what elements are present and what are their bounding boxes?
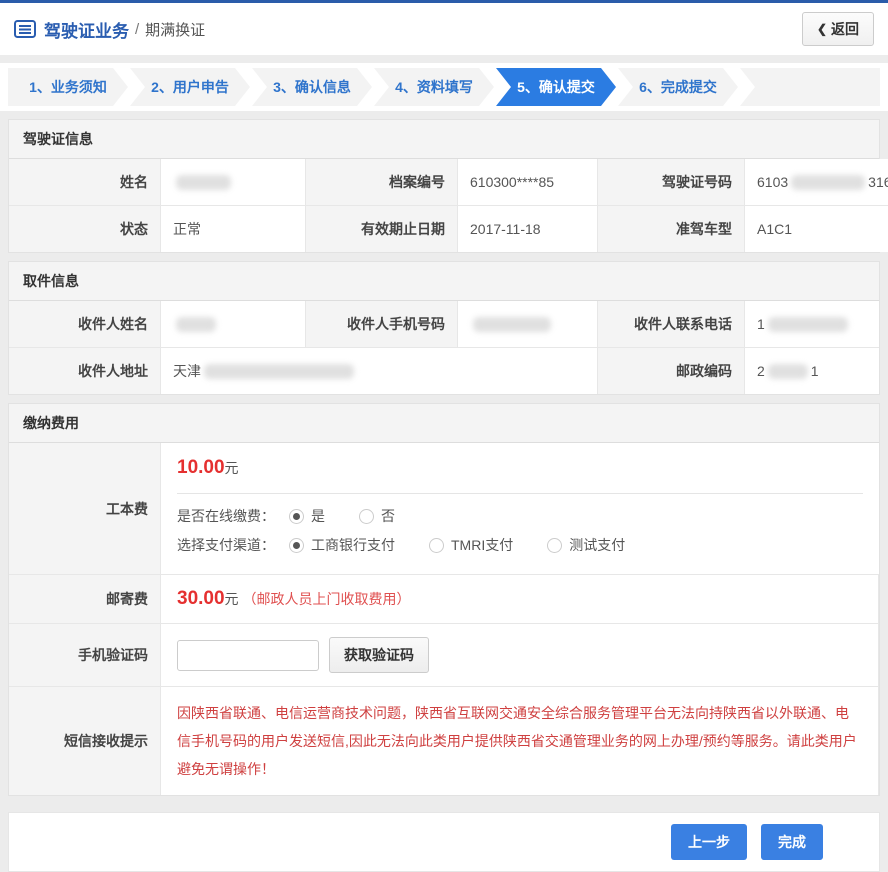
radio-label-no: 否 bbox=[381, 506, 395, 526]
step-tabs: 1、业务须知 2、用户申告 3、确认信息 4、资料填写 5、确认提交 6、完成提… bbox=[0, 63, 888, 111]
radio-label-tmri: TMRI支付 bbox=[451, 535, 513, 555]
radio-dot-icon bbox=[289, 509, 304, 524]
radio-dot-icon bbox=[547, 538, 562, 553]
tab-step-2[interactable]: 2、用户申告 bbox=[130, 68, 250, 106]
card-fee-value: 10.00元 是否在线缴费： 是 否 选择支付渠道： 工商银行支付 TMRI支付… bbox=[161, 443, 879, 574]
sms-code-input[interactable] bbox=[177, 640, 319, 671]
file-no-value: 610300****85 bbox=[458, 159, 598, 205]
radio-dot-icon bbox=[359, 509, 374, 524]
radio-channel-test[interactable]: 测试支付 bbox=[547, 535, 625, 555]
redacted-recipient-mobile bbox=[473, 317, 551, 332]
file-no-label: 档案编号 bbox=[306, 159, 458, 205]
postcode-value: 21 bbox=[745, 347, 879, 394]
sms-notice-label: 短信接收提示 bbox=[9, 686, 161, 795]
mail-fee-note: （邮政人员上门收取费用） bbox=[243, 589, 411, 609]
radio-channel-tmri[interactable]: TMRI支付 bbox=[429, 535, 513, 555]
recipient-address-prefix: 天津 bbox=[173, 361, 201, 381]
radio-dot-icon bbox=[289, 538, 304, 553]
license-no-prefix: 6103 bbox=[757, 174, 788, 190]
recipient-name-value bbox=[161, 301, 306, 347]
mail-fee-unit: 元 bbox=[225, 589, 239, 609]
recipient-phone-value: 1 bbox=[745, 301, 879, 347]
name-value bbox=[161, 159, 306, 205]
sms-notice-value: 因陕西省联通、电信运营商技术问题，陕西省互联网交通安全综合服务管理平台无法向持陕… bbox=[161, 686, 879, 795]
postcode-label: 邮政编码 bbox=[598, 347, 745, 394]
tab-filler bbox=[740, 68, 880, 106]
radio-label-test: 测试支付 bbox=[569, 535, 625, 555]
redacted-recipient-phone bbox=[768, 317, 848, 332]
radio-online-pay-no[interactable]: 否 bbox=[359, 506, 395, 526]
card-fee-amount: 10.00 bbox=[177, 457, 225, 478]
redacted-license-no bbox=[791, 175, 865, 190]
license-no-value: 6103 3163X bbox=[745, 159, 888, 205]
prev-step-button[interactable]: 上一步 bbox=[671, 824, 747, 860]
vehicle-label: 准驾车型 bbox=[598, 205, 745, 252]
page-header: 驾驶证业务 / 期满换证 ❮ 返回 bbox=[0, 3, 888, 55]
sms-code-label: 手机验证码 bbox=[9, 623, 161, 686]
mail-fee-amount: 30.00 bbox=[177, 588, 225, 610]
status-value: 正常 bbox=[161, 205, 306, 252]
recipient-phone-prefix: 1 bbox=[757, 316, 765, 332]
recipient-mobile-value bbox=[458, 301, 598, 347]
redacted-name bbox=[176, 175, 231, 190]
postcode-suffix: 1 bbox=[811, 363, 819, 379]
breadcrumb-current: 期满换证 bbox=[145, 19, 205, 40]
redacted-postcode bbox=[768, 364, 808, 379]
get-sms-code-button[interactable]: 获取验证码 bbox=[329, 637, 429, 673]
license-list-icon bbox=[14, 20, 36, 38]
radio-online-pay-yes[interactable]: 是 bbox=[289, 506, 325, 526]
tab-step-1[interactable]: 1、业务须知 bbox=[8, 68, 128, 106]
mail-fee-value: 30.00元（邮政人员上门收取费用） bbox=[161, 574, 879, 623]
finish-button[interactable]: 完成 bbox=[761, 824, 823, 860]
name-label: 姓名 bbox=[9, 159, 161, 205]
page-title: 驾驶证业务 bbox=[44, 17, 129, 42]
recipient-mobile-label: 收件人手机号码 bbox=[306, 301, 458, 347]
postcode-prefix: 2 bbox=[757, 363, 765, 379]
redacted-recipient-name bbox=[176, 317, 216, 332]
mail-fee-label: 邮寄费 bbox=[9, 574, 161, 623]
sms-code-field: 获取验证码 bbox=[161, 623, 879, 686]
tab-step-4[interactable]: 4、资料填写 bbox=[374, 68, 494, 106]
license-section-title: 驾驶证信息 bbox=[9, 120, 879, 159]
expiry-label: 有效期止日期 bbox=[306, 205, 458, 252]
recipient-address-label: 收件人地址 bbox=[9, 347, 161, 394]
tab-step-5-active[interactable]: 5、确认提交 bbox=[496, 68, 616, 106]
card-fee-unit: 元 bbox=[225, 460, 239, 476]
pickup-section-title: 取件信息 bbox=[9, 262, 879, 301]
status-label: 状态 bbox=[9, 205, 161, 252]
back-chevron-icon: ❮ bbox=[817, 22, 827, 36]
fees-card: 缴纳费用 工本费 10.00元 是否在线缴费： 是 否 选择支付渠道： 工商银行… bbox=[8, 403, 880, 796]
recipient-phone-label: 收件人联系电话 bbox=[598, 301, 745, 347]
vehicle-value: A1C1 bbox=[745, 205, 888, 252]
card-fee-label: 工本费 bbox=[9, 443, 161, 574]
redacted-recipient-address bbox=[204, 364, 354, 379]
pay-channel-label: 选择支付渠道： bbox=[177, 535, 275, 555]
back-button-label: 返回 bbox=[831, 19, 859, 39]
fees-section-title: 缴纳费用 bbox=[9, 404, 879, 443]
tab-step-3[interactable]: 3、确认信息 bbox=[252, 68, 372, 106]
tab-step-6[interactable]: 6、完成提交 bbox=[618, 68, 738, 106]
online-pay-label: 是否在线缴费： bbox=[177, 506, 275, 526]
breadcrumb-separator: / bbox=[135, 21, 139, 38]
expiry-value: 2017-11-18 bbox=[458, 205, 598, 252]
recipient-name-label: 收件人姓名 bbox=[9, 301, 161, 347]
license-no-suffix: 3163X bbox=[868, 174, 888, 190]
sms-notice-text: 因陕西省联通、电信运营商技术问题，陕西省互联网交通安全综合服务管理平台无法向持陕… bbox=[177, 695, 862, 787]
license-no-label: 驾驶证号码 bbox=[598, 159, 745, 205]
radio-label-icbc: 工商银行支付 bbox=[311, 535, 395, 555]
pickup-info-card: 取件信息 收件人姓名 收件人手机号码 收件人联系电话 1 收件人地址 天津 邮政… bbox=[8, 261, 880, 395]
footer-actions: 上一步 完成 bbox=[8, 812, 880, 872]
license-info-card: 驾驶证信息 姓名 档案编号 610300****85 驾驶证号码 6103316… bbox=[8, 119, 880, 253]
radio-dot-icon bbox=[429, 538, 444, 553]
radio-label-yes: 是 bbox=[311, 506, 325, 526]
radio-channel-icbc[interactable]: 工商银行支付 bbox=[289, 535, 395, 555]
back-button[interactable]: ❮ 返回 bbox=[802, 12, 874, 46]
recipient-address-value: 天津 bbox=[161, 347, 598, 394]
